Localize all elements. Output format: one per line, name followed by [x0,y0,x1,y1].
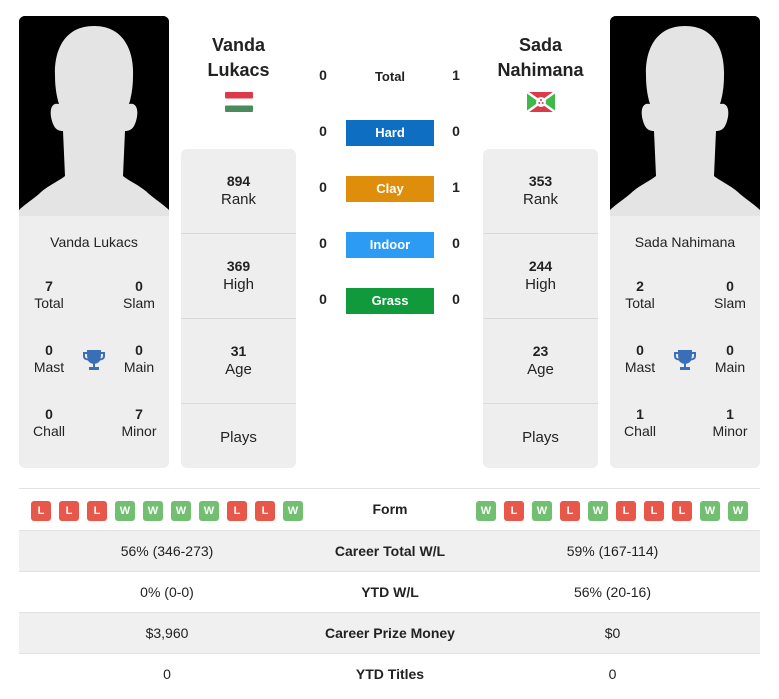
player1-value: 56% (346-273) [120,543,214,559]
player2-plays: Plays [522,429,559,446]
h2h-clay-p1: 0 [319,179,327,195]
player1-form: LLLWWWWLLW [19,489,315,530]
form-win-badge: W [283,501,303,521]
divider [483,233,598,234]
form-win-badge: W [728,501,748,521]
player2-rank-box: 353 Rank 244 High 23 Age Plays [483,149,598,468]
h2h-clay-p2: 1 [452,179,460,195]
player2-value: $0 [604,625,621,641]
player2-high: 244 High [525,258,556,293]
player2-photo [610,16,760,216]
form-row: LLLWWWWLLW Form WLWLWLLLWW [19,488,760,530]
surface-indoor-badge: Indoor [346,232,434,258]
player-silhouette-icon [19,16,169,216]
player-silhouette-icon [610,16,760,216]
player1-name[interactable]: Vanda Lukacs [181,33,296,83]
player1-high: 369 High [223,258,254,293]
form-win-badge: W [700,501,720,521]
player2-rank: 353 Rank [522,173,559,208]
player1-total-titles: 7 Total [34,278,64,311]
row-label: Career Prize Money [325,625,455,641]
divider [483,318,598,319]
form-loss-badge: L [31,501,51,521]
form-loss-badge: L [59,501,79,521]
form-win-badge: W [199,501,219,521]
form-win-badge: W [476,501,496,521]
comparison-row: 56% (346-273) Career Total W/L 59% (167-… [19,530,760,571]
player2-titles-card: Sada Nahimana 2 Total 0 Slam 0 Mast 0 Ma… [610,216,760,468]
player1-main-titles: 0 Main [123,342,155,375]
player1-mast-titles: 0 Mast [33,342,65,375]
form-loss-badge: L [255,501,275,521]
comparison-row: 0 YTD Titles 0 [19,653,760,694]
divider [181,318,296,319]
form-win-badge: W [143,501,163,521]
row-label: Career Total W/L [334,543,446,559]
form-win-badge: W [115,501,135,521]
form-loss-badge: L [644,501,664,521]
player1-titles-card: Vanda Lukacs 7 Total 0 Slam 0 Mast 0 Mai… [19,216,169,468]
player2-slam-titles: 0 Slam [714,278,746,311]
h2h-total-label: Total [374,69,406,84]
h2h-hard-p1: 0 [319,123,327,139]
h2h-grass-p1: 0 [319,291,327,307]
form-loss-badge: L [672,501,692,521]
h2h-hard-p2: 0 [452,123,460,139]
player2-form: WLWLWLLLWW [465,489,760,530]
player2-total-titles: 2 Total [625,278,655,311]
row-label: YTD Titles [355,666,425,682]
form-win-badge: W [588,501,608,521]
form-loss-badge: L [227,501,247,521]
player2-chall-titles: 1 Chall [624,406,656,439]
player1-card-name: Vanda Lukacs [50,234,138,250]
form-win-badge: W [532,501,552,521]
player1-photo [19,16,169,216]
player2-value: 56% (20-16) [573,584,652,600]
comparison-row: 0% (0-0) YTD W/L 56% (20-16) [19,571,760,612]
trophy-icon [82,348,106,372]
player1-minor-titles: 7 Minor [121,406,157,439]
burundi-flag-icon [526,90,556,114]
divider [181,403,296,404]
form-loss-badge: L [560,501,580,521]
player1-value: 0 [163,666,171,682]
player1-rank-box: 894 Rank 369 High 31 Age Plays [181,149,296,468]
h2h-total-p1: 0 [319,67,327,83]
player2-age: 23 Age [527,343,554,378]
player2-mast-titles: 0 Mast [624,342,656,375]
form-loss-badge: L [87,501,107,521]
player2-value: 0 [608,666,617,682]
surface-grass-badge: Grass [346,288,434,314]
divider [483,403,598,404]
player1-value: $3,960 [145,625,189,641]
surface-clay-badge: Clay [346,176,434,202]
player2-name[interactable]: Sada Nahimana [483,33,598,83]
h2h-indoor-p2: 0 [452,235,460,251]
form-loss-badge: L [504,501,524,521]
hungary-flag-icon [225,92,253,112]
h2h-indoor-p1: 0 [319,235,327,251]
trophy-icon [673,348,697,372]
h2h-total-p2: 1 [452,67,460,83]
form-label: Form [372,501,408,517]
divider [181,233,296,234]
player1-value: 0% (0-0) [140,584,194,600]
form-loss-badge: L [616,501,636,521]
player1-slam-titles: 0 Slam [123,278,155,311]
surface-hard-badge: Hard [346,120,434,146]
player1-age: 31 Age [225,343,252,378]
player2-card-name: Sada Nahimana [634,234,736,250]
player1-rank: 894 Rank [220,173,257,208]
player2-minor-titles: 1 Minor [712,406,748,439]
player2-value: 59% (167-114) [566,543,659,559]
player1-chall-titles: 0 Chall [33,406,65,439]
player1-plays: Plays [220,429,257,446]
row-label: YTD W/L [361,584,419,600]
comparison-row: $3,960 Career Prize Money $0 [19,612,760,653]
form-win-badge: W [171,501,191,521]
h2h-grass-p2: 0 [452,291,460,307]
player2-main-titles: 0 Main [714,342,746,375]
